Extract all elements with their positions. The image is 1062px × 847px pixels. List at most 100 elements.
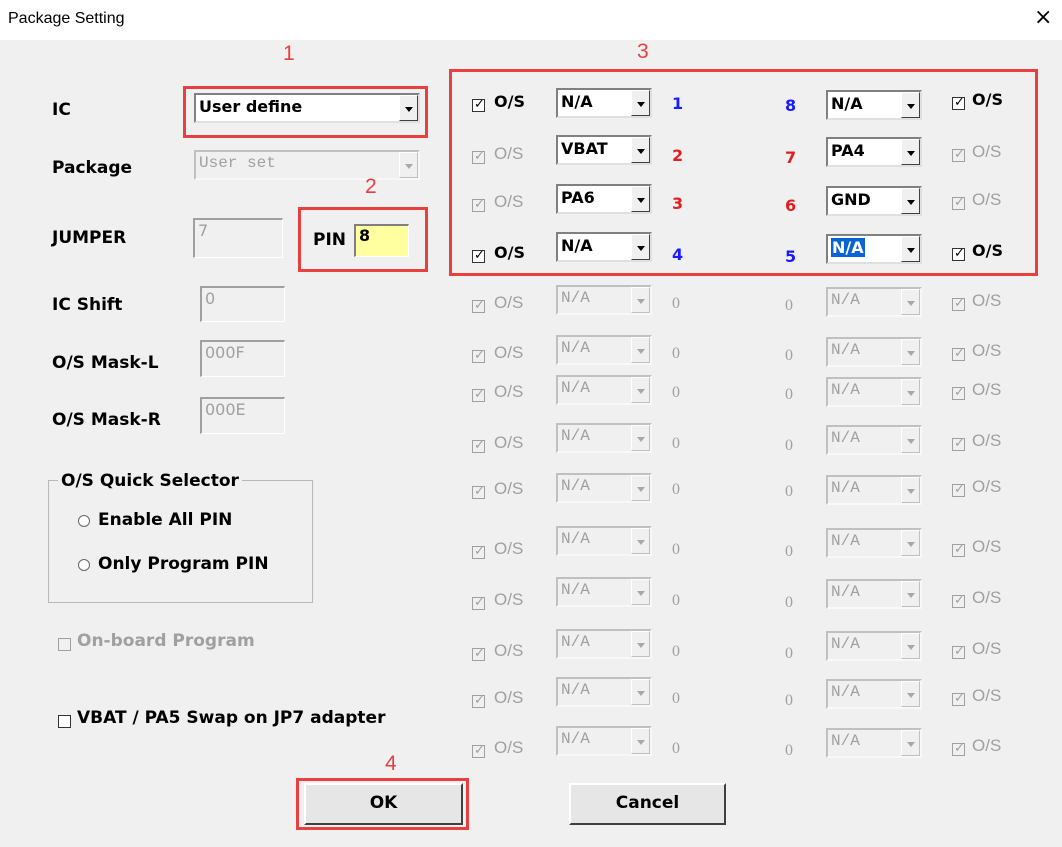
os-left-checkbox[interactable]: ✓ [472, 387, 485, 402]
os-left-checkbox[interactable]: ✓ [472, 544, 485, 559]
package-select[interactable]: User set [194, 150, 420, 180]
os-left-label: O/S [494, 343, 524, 362]
pin-right-select[interactable]: N/A [826, 475, 922, 505]
chevron-down-icon[interactable] [631, 377, 650, 403]
pin-right-select[interactable]: N/A [826, 377, 922, 407]
pin-right-value: N/A [831, 429, 860, 447]
os-right-checkbox[interactable]: ✓ [952, 346, 965, 361]
pin-right-select[interactable]: N/A [826, 679, 922, 709]
os-left-checkbox[interactable]: ✓ [472, 484, 485, 499]
pin-right-select[interactable]: N/A [826, 287, 922, 317]
os-left-checkbox[interactable]: ✓ [472, 693, 485, 708]
pin-left-select[interactable]: N/A [556, 577, 652, 607]
os-left-label: O/S [494, 738, 524, 757]
pin-left-select[interactable]: N/A [556, 473, 652, 503]
chevron-down-icon[interactable] [631, 579, 650, 605]
pin-right-select[interactable]: N/A [826, 425, 922, 455]
pin-right-value: N/A [831, 683, 860, 701]
chevron-down-icon[interactable] [631, 528, 650, 554]
chevron-down-icon[interactable] [901, 339, 920, 365]
check-icon: ✓ [474, 693, 485, 708]
pin-right-value: N/A [831, 291, 860, 309]
close-icon[interactable]: × [1034, 6, 1052, 30]
pin-right-select[interactable]: N/A [826, 579, 922, 609]
os-right-checkbox[interactable]: ✓ [952, 436, 965, 451]
chevron-down-icon[interactable] [631, 631, 650, 657]
pin-left-select[interactable]: N/A [556, 285, 652, 315]
annotation-box-2 [298, 207, 428, 272]
os-right-checkbox[interactable]: ✓ [952, 542, 965, 557]
os-left-checkbox[interactable]: ✓ [472, 348, 485, 363]
os-right-checkbox[interactable]: ✓ [952, 644, 965, 659]
chevron-down-icon[interactable] [901, 289, 920, 315]
enable-all-radio[interactable] [78, 515, 90, 527]
chevron-down-icon[interactable] [631, 475, 650, 501]
os-left-checkbox[interactable]: ✓ [472, 298, 485, 313]
os-left-checkbox[interactable]: ✓ [472, 646, 485, 661]
pin-number-right: 0 [785, 742, 793, 759]
chevron-down-icon[interactable] [631, 425, 650, 451]
pin-left-select[interactable]: N/A [556, 629, 652, 659]
pin-right-select[interactable]: N/A [826, 337, 922, 367]
os-left-checkbox[interactable]: ✓ [472, 595, 485, 610]
os-left-checkbox[interactable]: ✓ [472, 438, 485, 453]
os-mask-l-field[interactable]: 000F [200, 340, 285, 377]
chevron-down-icon[interactable] [901, 477, 920, 503]
pin-right-select[interactable]: N/A [826, 631, 922, 661]
chevron-down-icon[interactable] [631, 679, 650, 705]
os-left-checkbox[interactable]: ✓ [472, 743, 485, 758]
chevron-down-icon[interactable] [631, 728, 650, 754]
check-icon: ✓ [954, 644, 965, 659]
chevron-down-icon[interactable] [901, 633, 920, 659]
pin-left-value: N/A [561, 730, 590, 748]
check-icon: ✓ [954, 542, 965, 557]
pin-left-select[interactable]: N/A [556, 677, 652, 707]
os-right-checkbox[interactable]: ✓ [952, 385, 965, 400]
pin-number-left: 0 [672, 740, 680, 757]
chevron-down-icon[interactable] [631, 337, 650, 363]
onboard-program-checkbox[interactable] [58, 638, 71, 651]
annotation-box-4 [296, 778, 469, 830]
os-right-checkbox[interactable]: ✓ [952, 593, 965, 608]
title-bar: Package Setting × [0, 0, 1062, 40]
jumper-field[interactable]: 7 [193, 218, 283, 258]
os-right-label: O/S [972, 477, 1002, 496]
pin-left-select[interactable]: N/A [556, 375, 652, 405]
pin-right-value: N/A [831, 635, 860, 653]
vbat-swap-checkbox[interactable] [58, 715, 71, 728]
chevron-down-icon[interactable] [631, 287, 650, 313]
os-right-label: O/S [972, 341, 1002, 360]
pin-left-select[interactable]: N/A [556, 526, 652, 556]
chevron-down-icon[interactable] [901, 730, 920, 756]
chevron-down-icon[interactable] [901, 530, 920, 556]
chevron-down-icon[interactable] [901, 379, 920, 405]
os-right-checkbox[interactable]: ✓ [952, 741, 965, 756]
os-right-checkbox[interactable]: ✓ [952, 691, 965, 706]
os-mask-r-field[interactable]: 000E [200, 397, 285, 434]
ic-shift-label: IC Shift [52, 295, 123, 315]
ic-shift-field[interactable]: 0 [200, 286, 285, 322]
chevron-down-icon[interactable] [399, 152, 418, 178]
pin-number-right: 0 [785, 297, 793, 314]
os-right-checkbox[interactable]: ✓ [952, 296, 965, 311]
package-label: Package [52, 158, 133, 178]
os-right-checkbox[interactable]: ✓ [952, 482, 965, 497]
chevron-down-icon[interactable] [901, 681, 920, 707]
pin-left-value: N/A [561, 477, 590, 495]
pin-left-select[interactable]: N/A [556, 335, 652, 365]
chevron-down-icon[interactable] [901, 581, 920, 607]
enable-all-label[interactable]: Enable All PIN [98, 510, 232, 530]
os-right-label: O/S [972, 291, 1002, 310]
cancel-button[interactable]: Cancel [569, 783, 726, 825]
pin-right-select[interactable]: N/A [826, 528, 922, 558]
pin-left-select[interactable]: N/A [556, 726, 652, 756]
os-left-label: O/S [494, 688, 524, 707]
chevron-down-icon[interactable] [901, 427, 920, 453]
pin-right-select[interactable]: N/A [826, 728, 922, 758]
pin-number-left: 0 [672, 481, 680, 498]
pin-left-select[interactable]: N/A [556, 423, 652, 453]
only-program-radio[interactable] [78, 559, 90, 571]
pin-number-right: 0 [785, 347, 793, 364]
pin-left-value: N/A [561, 581, 590, 599]
only-program-label[interactable]: Only Program PIN [98, 554, 269, 574]
